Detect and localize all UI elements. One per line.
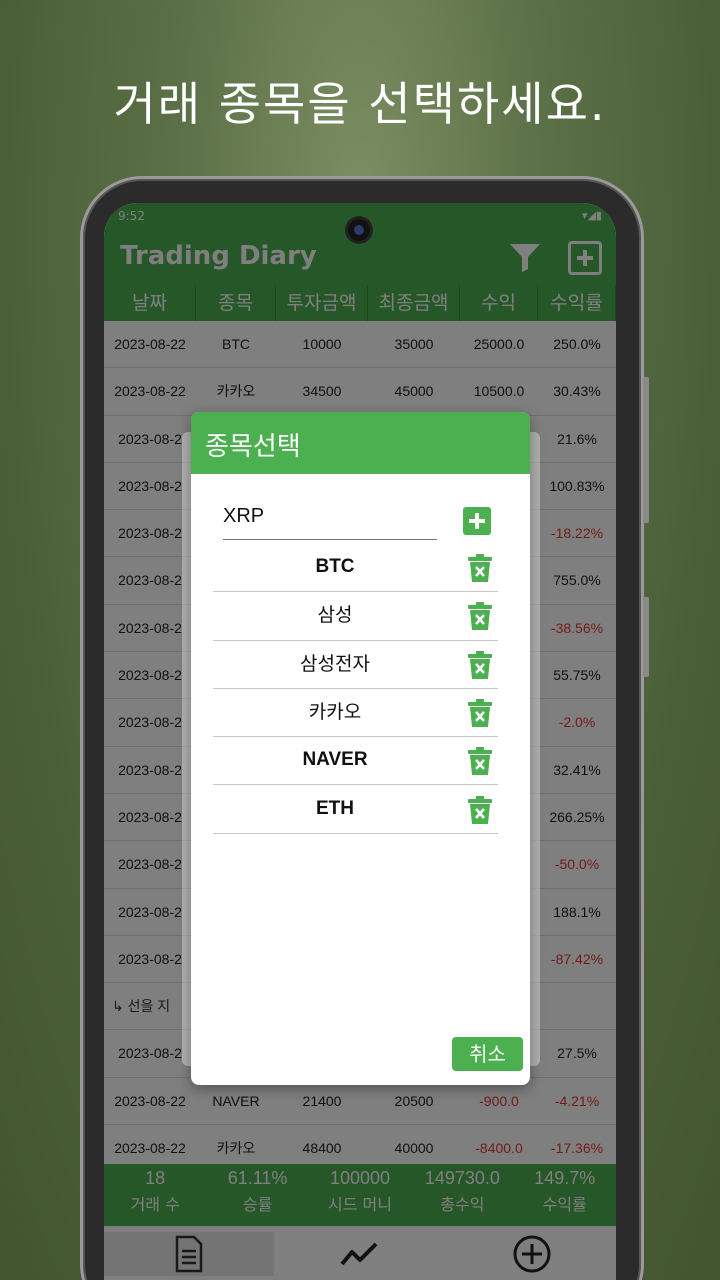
symbol-select-dialog: 종목선택 BTC 삼성삼성전자카카오 NAVER ETH 취소 [191, 412, 530, 1085]
add-symbol-button[interactable] [463, 507, 491, 535]
symbol-input[interactable] [223, 496, 437, 536]
symbol-item[interactable]: 삼성전자 [213, 641, 498, 689]
symbol-name: NAVER [302, 749, 368, 771]
symbol-name: 삼성전자 [300, 652, 370, 675]
headline: 거래 종목을 선택하세요. [113, 77, 607, 131]
power-button [643, 597, 649, 677]
delete-icon[interactable] [467, 601, 493, 631]
symbol-item[interactable]: ETH [213, 786, 498, 834]
symbol-name: 카카오 [308, 700, 362, 723]
delete-icon[interactable] [467, 795, 493, 825]
symbol-input-wrapper [223, 496, 437, 540]
symbol-item[interactable]: NAVER [213, 737, 498, 786]
symbol-name: 삼성 [317, 604, 353, 627]
delete-icon[interactable] [467, 650, 493, 680]
camera-icon [348, 219, 370, 241]
symbol-name: ETH [316, 797, 354, 819]
symbol-item[interactable]: BTC [213, 544, 498, 593]
delete-icon[interactable] [467, 698, 493, 728]
symbol-name: BTC [315, 556, 355, 577]
volume-button [643, 377, 649, 523]
cancel-button[interactable]: 취소 [452, 1037, 523, 1071]
delete-icon[interactable] [467, 746, 493, 776]
symbol-item[interactable]: 삼성 [213, 592, 498, 641]
symbol-item[interactable]: 카카오 [213, 689, 498, 738]
delete-icon[interactable] [467, 553, 493, 583]
dialog-title: 종목선택 [191, 412, 530, 474]
